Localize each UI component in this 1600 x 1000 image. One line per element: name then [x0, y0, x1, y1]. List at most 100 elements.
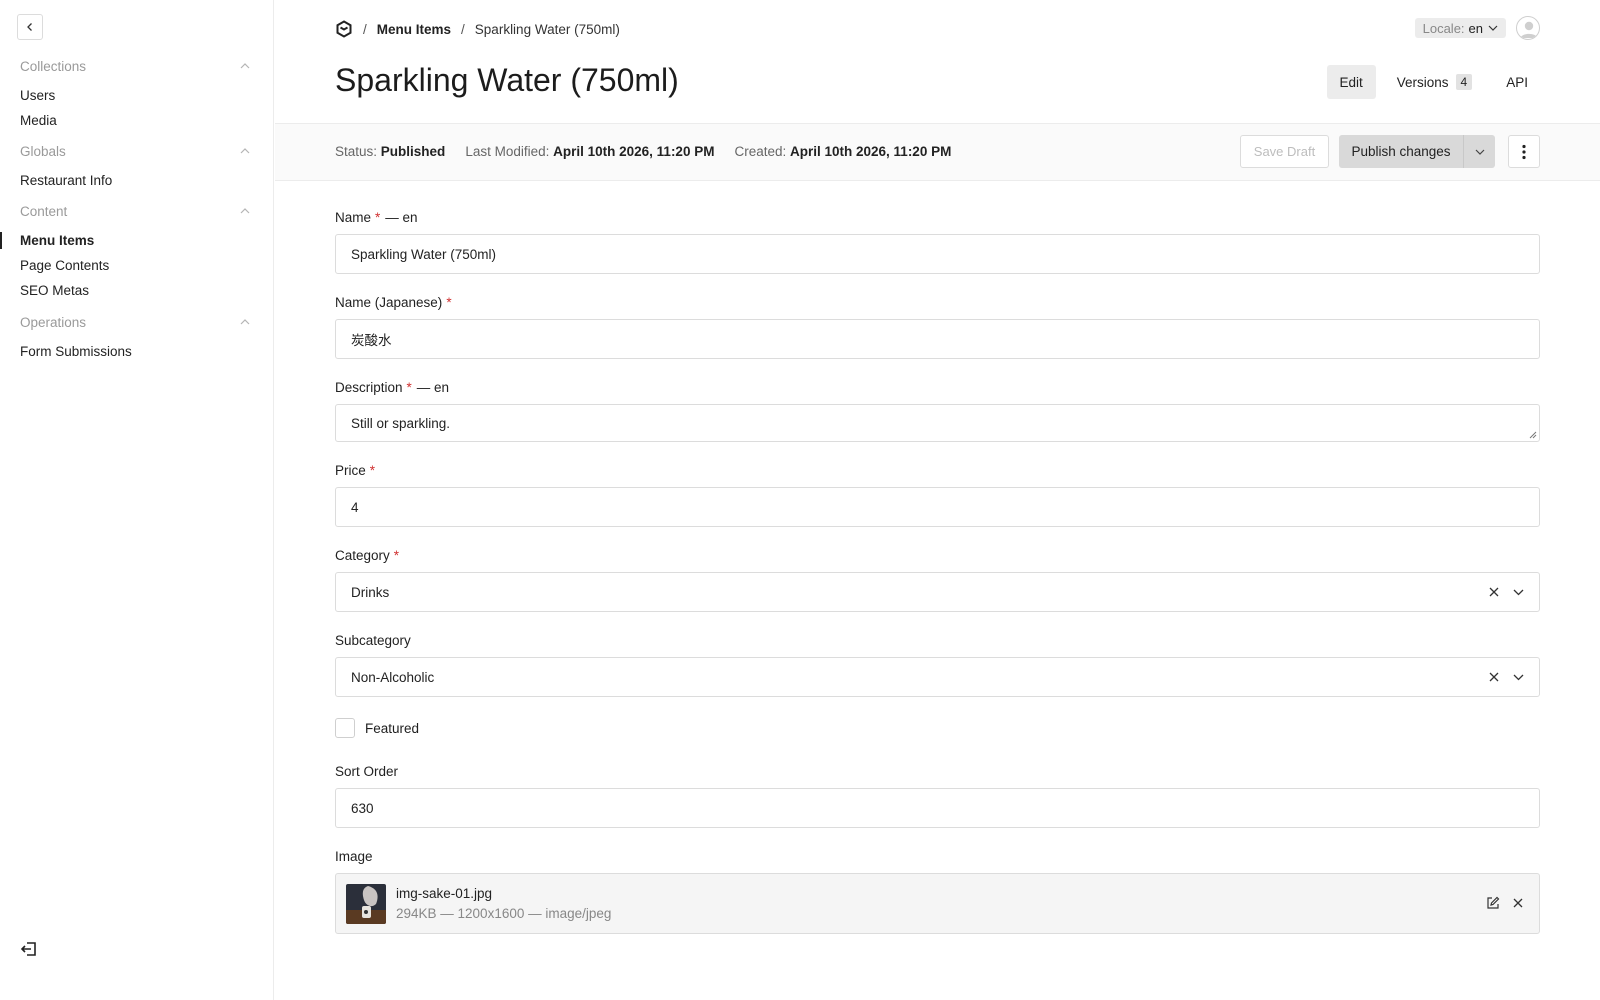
created-label: Created: [734, 144, 787, 159]
category-select[interactable]: Drinks [335, 572, 1540, 612]
breadcrumb: / Menu Items / Sparkling Water (750ml) L… [335, 16, 1540, 40]
sidebar-item-form-submissions[interactable]: Form Submissions [20, 339, 250, 364]
chevron-up-icon [240, 208, 250, 214]
label-text: Price [335, 463, 366, 478]
label-text: Category [335, 548, 390, 563]
breadcrumb-current: Sparkling Water (750ml) [474, 21, 620, 37]
chevron-up-icon [240, 319, 250, 325]
required-marker: * [406, 380, 412, 395]
chevron-down-icon[interactable] [1513, 589, 1524, 596]
tab-api[interactable]: API [1493, 65, 1541, 99]
sidebar-item-seo-metas[interactable]: SEO Metas [20, 278, 250, 303]
chevron-left-icon [27, 23, 32, 31]
resize-handle-icon[interactable] [1529, 431, 1537, 439]
publish-button-group: Publish changes [1339, 135, 1495, 168]
image-upload: img-sake-01.jpg 294KB — 1200x1600 — imag… [335, 873, 1540, 934]
sidebar-item-menu-items[interactable]: Menu Items [0, 228, 250, 253]
clear-icon[interactable] [1489, 672, 1499, 682]
locale-selector[interactable]: Locale: en [1414, 18, 1506, 38]
nav-group-operations: Operations Form Submissions [20, 312, 250, 364]
nav-group-content: Content Menu Items Page Contents SEO Met… [0, 201, 250, 303]
sidebar-item-users[interactable]: Users [20, 83, 250, 108]
chevron-up-icon [240, 148, 250, 154]
field-subcategory: Subcategory Non-Alcoholic [335, 633, 1540, 697]
featured-checkbox[interactable] [335, 718, 355, 738]
clear-icon[interactable] [1489, 587, 1499, 597]
label-text: Description [335, 380, 403, 395]
field-label: Category * [335, 548, 1540, 568]
category-value: Drinks [351, 584, 390, 600]
logo-icon[interactable] [335, 20, 353, 38]
document-meta: Status: Published Last Modified: April 1… [335, 144, 951, 159]
field-image: Image img-sake-01.jpg 294KB — 1200x1600 … [335, 849, 1540, 934]
field-description: Description * — en Still or sparkling. [335, 380, 1540, 442]
last-modified-value: April 10th 2026, 11:20 PM [553, 144, 715, 159]
field-label: Sort Order [335, 764, 399, 779]
chevron-down-icon [1488, 25, 1498, 31]
required-marker: * [375, 210, 381, 225]
required-marker: * [369, 463, 376, 478]
sidebar: Collections Users Media Globals Restaura… [0, 0, 274, 1000]
label-text: Name (Japanese) [335, 295, 443, 310]
tab-label: Edit [1339, 74, 1363, 90]
name-japanese-input[interactable]: 炭酸水 [335, 319, 1540, 359]
edit-icon[interactable] [1486, 896, 1500, 910]
more-vertical-icon [1522, 144, 1526, 159]
created-value: April 10th 2026, 11:20 PM [790, 144, 952, 159]
subcategory-select[interactable]: Non-Alcoholic [335, 657, 1540, 697]
field-price: Price * 4 [335, 463, 1540, 527]
field-label: Price * [335, 463, 1540, 483]
collapse-sidebar-button[interactable] [17, 14, 43, 40]
field-label: Description * — en [335, 380, 1540, 400]
save-draft-button[interactable]: Save Draft [1240, 135, 1329, 168]
user-icon [1520, 21, 1538, 38]
nav-group-toggle[interactable]: Operations [20, 312, 250, 332]
subcategory-value: Non-Alcoholic [351, 669, 435, 685]
description-textarea[interactable]: Still or sparkling. [335, 404, 1540, 442]
image-filename[interactable]: img-sake-01.jpg [396, 886, 611, 901]
field-category: Category * Drinks [335, 548, 1540, 612]
nav-group-toggle[interactable]: Content [20, 201, 250, 221]
status-label: Status: [335, 144, 378, 159]
locale-label: Locale: [1422, 20, 1465, 36]
locale-suffix: — en [385, 210, 418, 225]
logout-icon[interactable] [20, 940, 40, 960]
chevron-up-icon [240, 63, 250, 69]
chevron-down-icon [1475, 149, 1484, 155]
image-meta: 294KB — 1200x1600 — image/jpeg [396, 906, 612, 921]
nav-group-toggle[interactable]: Collections [20, 56, 250, 76]
featured-label: Featured [365, 720, 420, 736]
tab-versions[interactable]: Versions 4 [1384, 65, 1485, 99]
locale-suffix: — en [416, 380, 450, 395]
name-input[interactable]: Sparkling Water (750ml) [335, 234, 1540, 274]
nav-group-toggle[interactable]: Globals [20, 141, 250, 161]
tab-edit[interactable]: Edit [1326, 65, 1376, 99]
tab-label: Versions [1396, 74, 1449, 90]
sidebar-item-restaurant-info[interactable]: Restaurant Info [20, 168, 250, 193]
breadcrumb-separator: / [363, 21, 367, 37]
document-status-bar: Status: Published Last Modified: April 1… [275, 124, 1600, 181]
field-sort-order: Sort Order 630 [335, 764, 1540, 828]
required-marker: * [446, 295, 452, 310]
image-thumbnail[interactable] [346, 883, 386, 924]
page-title: Sparkling Water (750ml) [335, 62, 679, 98]
sidebar-item-page-contents[interactable]: Page Contents [20, 253, 250, 278]
nav-group-label: Globals [20, 143, 66, 159]
field-label: Image [335, 849, 373, 864]
breadcrumb-link-menu-items[interactable]: Menu Items [377, 22, 451, 37]
last-modified-label: Last Modified: [465, 144, 550, 159]
price-input[interactable]: 4 [335, 487, 1540, 527]
status-value: Published [380, 144, 446, 159]
publish-changes-button[interactable]: Publish changes [1339, 135, 1463, 168]
more-options-button[interactable] [1508, 135, 1540, 168]
field-label: Name * — en [335, 210, 1540, 230]
tab-label: API [1506, 74, 1528, 90]
chevron-down-icon[interactable] [1513, 674, 1524, 681]
avatar[interactable] [1516, 16, 1540, 40]
locale-value: en [1468, 20, 1483, 36]
publish-options-button[interactable] [1463, 135, 1495, 168]
sidebar-item-media[interactable]: Media [20, 108, 250, 133]
remove-icon[interactable] [1512, 897, 1524, 909]
breadcrumb-separator: / [461, 21, 465, 37]
sort-order-input[interactable]: 630 [335, 788, 1540, 828]
